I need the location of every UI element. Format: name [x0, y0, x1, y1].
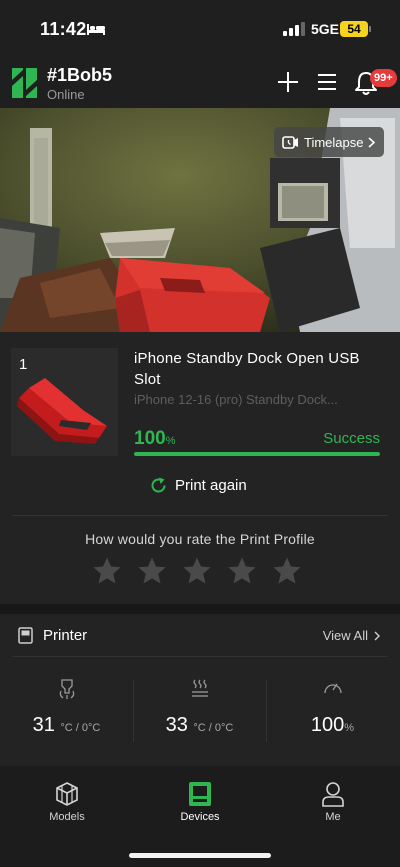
job-title[interactable]: iPhone Standby Dock Open USB Slot [134, 348, 384, 390]
refresh-icon [151, 477, 166, 493]
printer-status: Online [47, 87, 85, 102]
status-time: 11:42 [40, 19, 87, 39]
logo-icon[interactable] [12, 66, 38, 100]
print-job-card: 1 iPhone Standby Dock Open USB Slot iPho… [0, 332, 400, 604]
metric-value: 31 °C / 0°C [0, 714, 133, 737]
profile-icon [322, 782, 344, 807]
panel-title: Printer [43, 627, 88, 644]
panel-divider [12, 656, 388, 657]
app-header: #1Bob5 Online 99+ [0, 56, 400, 108]
print-again-button[interactable]: Print again [149, 476, 247, 495]
devices-icon [189, 782, 211, 806]
chevron-right-icon [368, 136, 376, 148]
nozzle-temp-metric[interactable]: 31 °C / 0°C [0, 674, 133, 754]
plate-number: 1 [19, 356, 28, 373]
timelapse-label: Timelapse [304, 134, 364, 150]
network-type: 5GE [311, 21, 340, 37]
nozzle-temp-value: 31 [32, 714, 55, 736]
tab-me[interactable]: Me [288, 781, 378, 823]
tab-devices[interactable]: Devices [155, 781, 245, 823]
cell-signal-icon [283, 22, 305, 36]
view-all-link[interactable]: View All [323, 628, 380, 643]
tab-bar: Models Devices Me [0, 766, 400, 867]
section-gap [0, 604, 400, 614]
rating-stars [92, 556, 302, 586]
bed-temp-unit: °C / 0°C [193, 722, 234, 734]
speed-gauge-icon [323, 683, 342, 694]
models-icon [56, 782, 78, 806]
star-icon[interactable] [182, 556, 212, 586]
chevron-right-icon [374, 631, 380, 640]
rating-question: How would you rate the Print Profile [85, 531, 315, 547]
tab-label: Models [49, 811, 85, 823]
star-icon[interactable] [227, 556, 257, 586]
plus-icon[interactable] [276, 70, 300, 94]
metric-value: 100% [266, 714, 399, 737]
notification-badge: 99+ [370, 69, 397, 87]
tab-label: Me [325, 811, 341, 823]
camera-feed[interactable]: Timelapse [0, 108, 400, 332]
speed-value: 100 [310, 714, 345, 736]
speed-unit: % [344, 722, 355, 734]
print-again-label: Print again [175, 477, 247, 494]
status-bar: 11:42 5GE 54 [0, 0, 400, 56]
progress-percent: 100% [134, 428, 175, 450]
printer-panel: Printer View All 31 °C / 0°C 33 °C / 0°C… [0, 614, 400, 766]
progress-bar-fill [134, 452, 380, 456]
battery-cap [369, 26, 371, 32]
nozzle-temp-icon [59, 679, 74, 699]
divider [12, 515, 388, 516]
printer-icon [18, 627, 33, 644]
sleep-focus-icon [87, 24, 105, 35]
menu-icon[interactable] [317, 72, 337, 92]
star-icon[interactable] [92, 556, 122, 586]
progress-unit: % [165, 435, 176, 447]
speed-metric[interactable]: 100% [266, 674, 399, 754]
progress-bar [134, 452, 380, 456]
nozzle-temp-unit: °C / 0°C [60, 722, 101, 734]
timelapse-button[interactable]: Timelapse [274, 127, 385, 157]
bed-temp-value: 33 [165, 714, 188, 736]
battery-icon: 54 [340, 21, 368, 37]
bed-temp-metric[interactable]: 33 °C / 0°C [133, 674, 266, 754]
printer-name[interactable]: #1Bob5 [47, 65, 112, 86]
job-status: Success [323, 430, 380, 447]
progress-value: 100 [134, 428, 166, 449]
timelapse-icon [282, 135, 298, 149]
tab-models[interactable]: Models [22, 781, 112, 823]
tab-label: Devices [180, 811, 220, 823]
view-all-label: View All [322, 628, 368, 643]
metric-value: 33 °C / 0°C [133, 714, 266, 737]
home-indicator[interactable] [129, 853, 271, 858]
bed-temp-icon [191, 679, 208, 697]
star-icon[interactable] [137, 556, 167, 586]
job-subtitle: iPhone 12-16 (pro) Standby Dock... [134, 392, 338, 407]
model-thumbnail[interactable]: 1 [11, 348, 118, 456]
star-icon[interactable] [272, 556, 302, 586]
